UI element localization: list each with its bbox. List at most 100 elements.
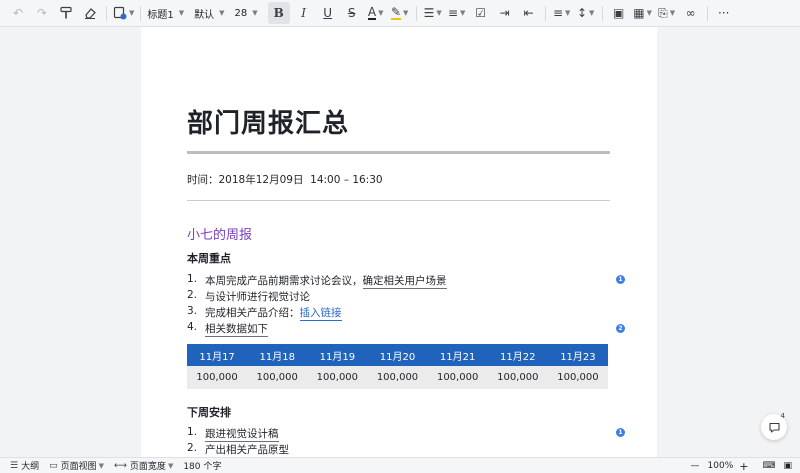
keyboard-icon[interactable]: ⌨: [762, 461, 775, 471]
list-text: 完成相关产品介绍：: [205, 307, 300, 319]
bullet-list-button[interactable]: ☰ ▼: [423, 2, 443, 24]
insert-table-button[interactable]: ▦ ▼: [633, 2, 653, 24]
list-item: 3. 完成相关产品介绍： 插入链接: [187, 305, 342, 321]
list-item: 2. 产出相关产品原型: [187, 442, 289, 457]
list-number: 2.: [187, 442, 198, 454]
table-header-cell[interactable]: 11月17: [187, 344, 248, 366]
underline-button[interactable]: U: [318, 2, 338, 24]
highlight-button[interactable]: ✎ ▼: [390, 2, 410, 24]
page-view-select[interactable]: ▭ 页面视图 ▼: [49, 459, 104, 473]
chevron-down-icon: ▼: [378, 9, 384, 17]
table-header-cell[interactable]: 11月23: [547, 344, 608, 366]
more-button[interactable]: ···: [714, 2, 734, 24]
table-cell[interactable]: 100,000: [247, 366, 308, 389]
insert-block-button[interactable]: ▼: [113, 2, 134, 24]
table-header-cell[interactable]: 11月20: [367, 344, 428, 366]
status-bar: ☰ 大纲 ▭ 页面视图 ▼ ⟷ 页面宽度 ▼ 180 个字 — 100% + ⌨ ▣: [0, 457, 800, 473]
font-color-icon: A: [367, 5, 377, 20]
commented-text[interactable]: 产出相关产品原型: [205, 442, 289, 457]
insert-link[interactable]: 插入链接: [299, 305, 342, 321]
chevron-down-icon: ▼: [167, 461, 174, 470]
table-header-cell[interactable]: 11月18: [247, 344, 308, 366]
help-icon[interactable]: ▣: [783, 461, 792, 471]
align-left-icon: ≡: [552, 6, 563, 20]
time-date: 2018年12月09日: [218, 174, 304, 186]
comment-count-badge[interactable]: 2: [616, 324, 625, 333]
insert-block-icon: [113, 6, 127, 20]
chevron-down-icon: ▼: [252, 9, 258, 17]
clear-format-button[interactable]: [80, 2, 100, 24]
document-title[interactable]: 部门周报汇总: [187, 103, 349, 140]
comment-count: 4: [780, 412, 785, 420]
insert-link-button[interactable]: ∞: [681, 2, 701, 24]
align-button[interactable]: ≡ ▼: [552, 2, 572, 24]
line-spacing-button[interactable]: ↕ ▼: [576, 2, 596, 24]
title-divider: [187, 151, 610, 154]
list-number: 4.: [187, 321, 198, 333]
font-color-button[interactable]: A ▼: [366, 2, 386, 24]
list-number: 1.: [187, 426, 198, 438]
table-cell[interactable]: 100,000: [547, 366, 608, 389]
data-table[interactable]: 11月17 11月18 11月19 11月20 11月21 11月22 11月2…: [187, 344, 608, 389]
commented-text[interactable]: 确定相关用户场景: [362, 273, 447, 289]
italic-icon: I: [301, 6, 307, 20]
zoom-in-button[interactable]: +: [739, 460, 748, 473]
font-size-value: 28: [234, 7, 248, 19]
more-icon: ···: [717, 6, 730, 20]
chevron-down-icon: ▼: [403, 9, 409, 17]
page-width-label: 页面宽度: [129, 462, 166, 472]
zoom-out-button[interactable]: —: [691, 461, 700, 471]
commented-text[interactable]: 跟进视觉设计稿: [205, 426, 279, 442]
indent-button[interactable]: ⇥: [495, 2, 515, 24]
bullet-list-icon: ☰: [423, 6, 435, 20]
link-icon: ∞: [685, 6, 696, 20]
zoom-controls: — 100% + ⌨ ▣: [691, 458, 792, 473]
list-item: 1. 跟进视觉设计稿: [187, 426, 279, 442]
page-width-select[interactable]: ⟷ 页面宽度 ▼: [114, 459, 174, 473]
toolbar-divider: [106, 5, 107, 21]
table-header-row: 11月17 11月18 11月19 11月20 11月21 11月22 11月2…: [187, 344, 608, 366]
page-view-label: 页面视图: [60, 462, 97, 472]
document-page[interactable]: 部门周报汇总 时间：2018年12月09日 14:00 – 16:30 小七的周…: [141, 27, 657, 457]
table-cell[interactable]: 100,000: [187, 366, 248, 389]
outdent-button[interactable]: ⇤: [519, 2, 539, 24]
toolbar-divider: [544, 5, 546, 21]
time-range: 14:00 – 16:30: [310, 174, 383, 186]
outline-icon: ☰: [10, 460, 19, 471]
table-cell[interactable]: 100,000: [487, 366, 548, 389]
font-family-select[interactable]: 默认 ▼: [194, 6, 224, 21]
attachment-button[interactable]: ⎘ ▼: [657, 2, 677, 24]
table-header-cell[interactable]: 11月19: [307, 344, 368, 366]
numbered-list-button[interactable]: ≡ ▼: [447, 2, 467, 24]
italic-button[interactable]: I: [294, 2, 314, 24]
insert-image-button[interactable]: ▣: [609, 2, 629, 24]
comment-count-badge[interactable]: 1: [616, 428, 625, 437]
strikethrough-button[interactable]: S: [342, 2, 362, 24]
commented-text[interactable]: 相关数据如下: [205, 321, 268, 337]
table-cell[interactable]: 100,000: [367, 366, 428, 389]
comments-float-button[interactable]: 4: [761, 412, 787, 440]
highlighter-icon: ✎: [390, 5, 401, 20]
chevron-down-icon: ▼: [565, 9, 571, 17]
undo-button[interactable]: ↶: [8, 2, 28, 24]
table-header-cell[interactable]: 11月22: [487, 344, 548, 366]
image-icon: ▣: [613, 6, 625, 20]
format-painter-button[interactable]: [56, 2, 76, 24]
paragraph-style-select[interactable]: 标题1 ▼: [147, 6, 184, 21]
bold-button[interactable]: B: [267, 2, 290, 24]
chevron-down-icon: ▼: [178, 9, 185, 17]
redo-button[interactable]: ↷: [32, 2, 52, 24]
zoom-level[interactable]: 100%: [708, 461, 734, 471]
line-spacing-icon: ↕: [576, 6, 587, 20]
table-cell[interactable]: 100,000: [427, 366, 488, 389]
table-header-cell[interactable]: 11月21: [427, 344, 488, 366]
table-cell[interactable]: 100,000: [307, 366, 368, 389]
indent-icon: ⇥: [499, 6, 510, 20]
comment-count-badge[interactable]: 1: [616, 275, 625, 284]
outline-button[interactable]: ☰ 大纲: [10, 459, 40, 473]
list-text: 与设计师进行视觉讨论: [205, 291, 310, 303]
toolbar-divider: [706, 5, 708, 21]
outline-label: 大纲: [21, 462, 40, 472]
checkbox-list-button[interactable]: ☑: [471, 2, 491, 24]
font-size-select[interactable]: 28 ▼: [235, 8, 258, 19]
